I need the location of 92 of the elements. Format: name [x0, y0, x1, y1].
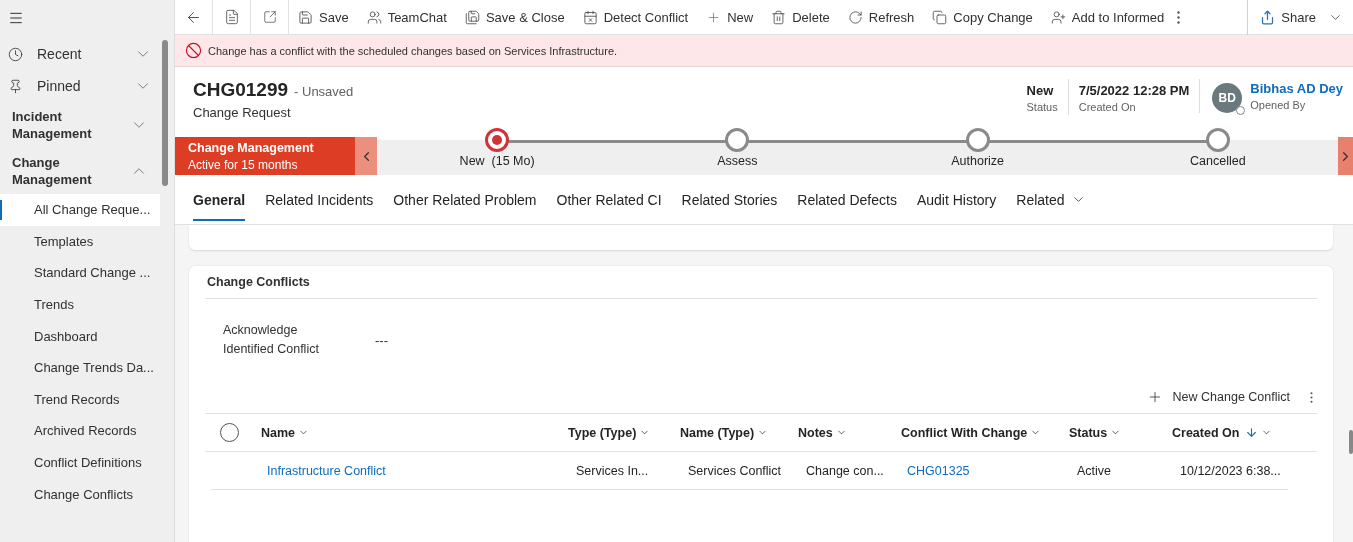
table-cell-text: Services In... [575, 463, 650, 478]
copy-icon [932, 9, 948, 25]
field-label: Acknowledge Identified Conflict [223, 322, 320, 358]
owner-link[interactable]: Bibhas AD Dey [1250, 81, 1343, 97]
toolbar-button[interactable]: Add to Informed [1041, 0, 1174, 35]
column-header[interactable]: Notes [792, 425, 895, 440]
header-value: 7/5/2022 12:28 PM [1078, 83, 1190, 99]
share-button[interactable]: Share [1247, 0, 1353, 35]
header-label: Created On [1078, 100, 1137, 115]
nav-group[interactable]: Incident Management [0, 102, 160, 148]
nav-group[interactable]: Change Management [0, 148, 160, 194]
refresh-icon [847, 9, 863, 25]
toolbar-button[interactable]: TeamChat [357, 0, 456, 35]
new-record-button[interactable]: New Change Conflict [1136, 383, 1300, 411]
calendar-icon [582, 9, 598, 25]
field-value: --- [375, 332, 388, 348]
popout-icon [262, 10, 277, 24]
toolbar-button[interactable]: Refresh [838, 0, 924, 35]
menu-icon [8, 10, 24, 26]
tab[interactable]: Other Related Problem [383, 174, 547, 225]
error-message: Change has a conflict with the scheduled changes based on Services Infrastructure. [208, 44, 618, 57]
people-icon [366, 9, 382, 25]
header-label: Status [1026, 100, 1058, 115]
table-cell-text: Active [1076, 463, 1113, 478]
more-icon [1310, 391, 1313, 403]
nav-item[interactable]: Pinned [0, 70, 160, 102]
trash-icon [771, 9, 787, 25]
plus-icon [706, 9, 722, 25]
save-status: - Unsaved [294, 84, 354, 99]
nav-item[interactable]: Standard Change ... [0, 257, 160, 289]
toolbar-button[interactable]: Copy Change [923, 0, 1042, 35]
save-icon [298, 9, 313, 25]
process-stage[interactable]: Authorize [857, 128, 1098, 175]
nav-item[interactable]: Change Trends Da... [0, 351, 160, 384]
next-stage-button[interactable] [1338, 137, 1353, 175]
tab[interactable]: Audit History [906, 174, 1007, 225]
nav-item[interactable]: Change Conflicts [0, 478, 160, 510]
blocked-icon [185, 42, 202, 59]
document-icon [223, 9, 240, 25]
nav-item[interactable]: Trends [0, 288, 160, 321]
toolbar-button[interactable]: New [697, 0, 763, 35]
save-close-icon [464, 9, 480, 25]
nav-item[interactable]: Trend Records [0, 383, 160, 416]
presence-icon [1236, 106, 1246, 115]
person-add-icon [1050, 9, 1066, 25]
column-header[interactable]: Created On [1166, 425, 1296, 440]
scrollbar-thumb[interactable] [1349, 430, 1353, 454]
nav-item[interactable]: Archived Records [0, 415, 160, 447]
toolbar-button[interactable]: Detect Conflict [573, 0, 698, 35]
column-header[interactable]: Type (Type) [562, 425, 674, 440]
section-title: Change Conflicts [205, 266, 1317, 299]
clock-icon [8, 46, 23, 62]
toolbar-button[interactable]: Save [289, 0, 358, 35]
tab[interactable]: Related Incidents [255, 174, 384, 225]
process-stage[interactable]: Cancelled [1097, 128, 1338, 175]
table-cell-text: 10/12/2023 6:38... [1179, 463, 1282, 478]
table-cell-text: Services Conflict [687, 463, 783, 478]
tab[interactable]: General [183, 174, 256, 225]
previous-stage-button[interactable] [355, 137, 377, 175]
avatar: BD [1212, 83, 1243, 113]
toolbar-button[interactable]: Save & Close [455, 0, 574, 35]
nav-item[interactable]: Conflict Definitions [0, 446, 160, 479]
process-stage[interactable]: New (15 Mo) [377, 128, 618, 175]
tab[interactable]: Related [1006, 174, 1096, 225]
nav-item[interactable]: Templates [0, 225, 160, 258]
scrollbar-thumb[interactable] [162, 40, 168, 186]
tab[interactable]: Related Stories [671, 174, 788, 225]
process-flag: Change Management Active for 15 months [175, 137, 355, 175]
selection-indicator [0, 200, 2, 220]
header-label: Opened By [1250, 98, 1307, 113]
sort-descending-icon [1245, 426, 1259, 439]
tab[interactable]: Other Related CI [546, 174, 672, 225]
nav-item[interactable]: All Change Reque... [0, 194, 160, 226]
column-header[interactable]: Name (Type) [674, 425, 792, 440]
pin-icon [8, 78, 23, 94]
column-header[interactable]: Name [255, 425, 562, 440]
select-all-checkbox[interactable] [220, 423, 239, 442]
process-stage[interactable]: Assess [617, 128, 858, 175]
record-link[interactable]: Infrastructure Conflict [261, 463, 568, 478]
more-icon [1177, 10, 1181, 24]
nav-item[interactable]: Dashboard [0, 320, 160, 352]
share-icon [1260, 9, 1276, 25]
column-header[interactable]: Conflict With Change [895, 425, 1063, 440]
entity-name: Change Request [193, 105, 292, 120]
tab[interactable]: Related Defects [787, 174, 907, 225]
toolbar-button[interactable]: Delete [762, 0, 839, 35]
nav-item[interactable]: Recent [0, 38, 160, 70]
column-header[interactable]: Status [1063, 425, 1166, 440]
record-title: CHG01299 [193, 79, 289, 101]
table-cell-text: Change con... [805, 463, 885, 478]
record-link[interactable]: CHG01325 [901, 463, 1069, 478]
header-value: New [1026, 83, 1055, 99]
